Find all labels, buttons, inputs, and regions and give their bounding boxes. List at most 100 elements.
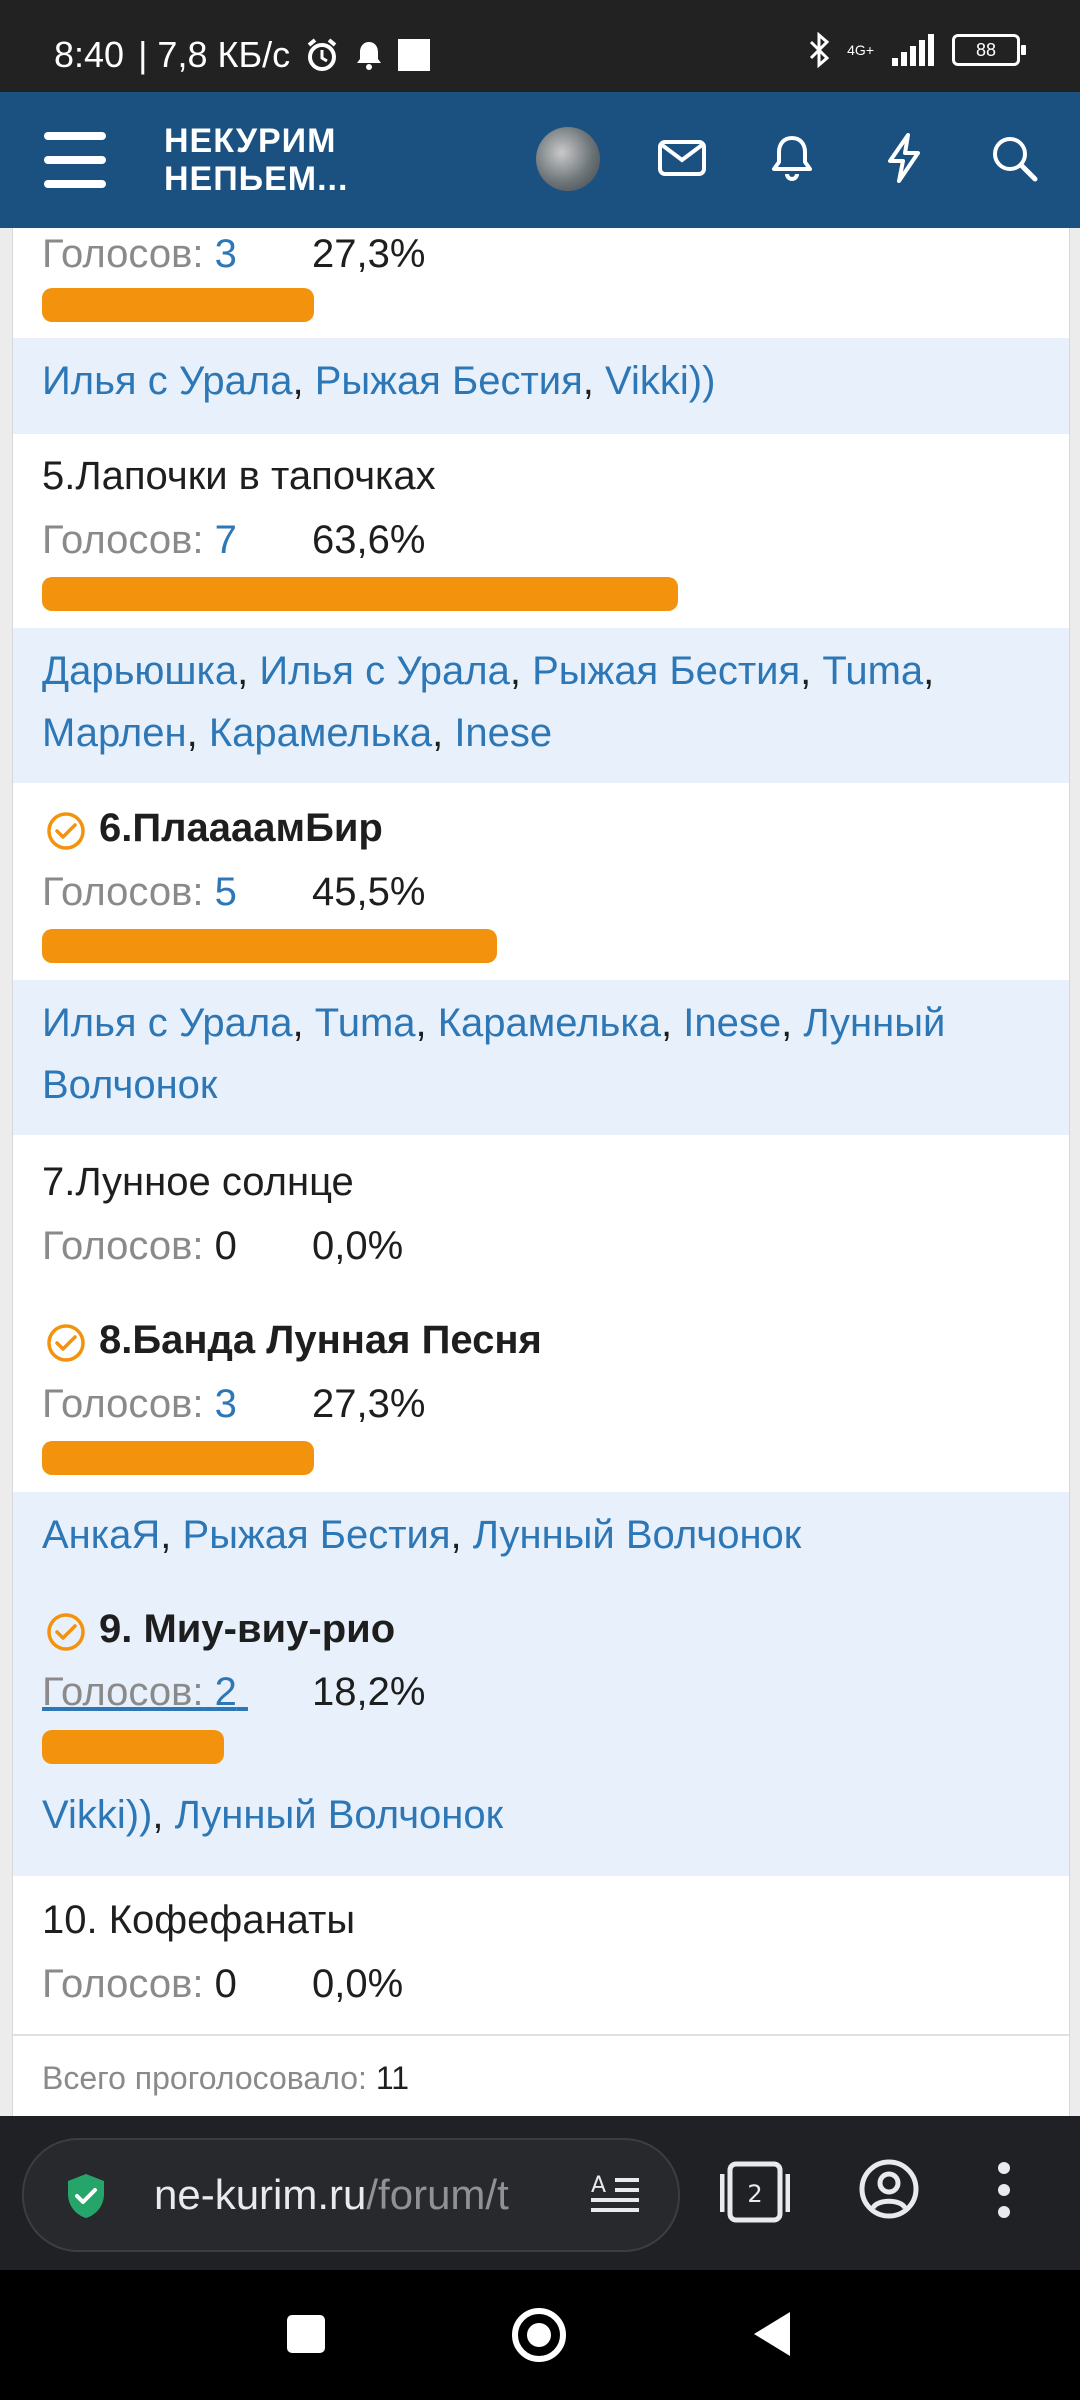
reader-mode-icon[interactable]: A [589, 2170, 641, 2218]
back-triangle-icon[interactable] [752, 2310, 792, 2358]
voter-separator: , [800, 649, 823, 693]
voters-list: Дарьюшка, Илья с Урала, Рыжая Бестия, Tu… [13, 628, 1069, 783]
poll-percent: 27,3% [312, 1382, 426, 1426]
poll-bar [42, 288, 314, 322]
votes-label: Голосов: [42, 1962, 204, 2006]
voter-link[interactable]: Inese [683, 1001, 781, 1045]
voter-separator: , [152, 1793, 175, 1837]
voter-link[interactable]: Tuma [822, 649, 923, 693]
voter-link[interactable]: Марлен [42, 711, 187, 755]
votes-count: 0 [214, 1962, 237, 2006]
url-text[interactable]: ne-kurim.ru/forum/t [154, 2171, 574, 2219]
votes-count-link[interactable]: 7 [215, 518, 237, 562]
voter-link[interactable]: Лунный Волчонок [175, 1793, 504, 1837]
battery-indicator: 88 [952, 34, 1026, 66]
browser-toolbar: ne-kurim.ru/forum/t A 2 [0, 2116, 1080, 2270]
voter-separator: , [582, 359, 606, 403]
status-bar: 8:40 | 7,8 КБ/с 4G+ 88 [0, 0, 1080, 92]
votes-count-link[interactable]: 3 [215, 1382, 237, 1426]
alerts-bell-icon[interactable] [764, 130, 820, 186]
voters-list: Илья с Урала, Tuma, Карамелька, Inese, Л… [13, 980, 1069, 1135]
address-bar[interactable]: ne-kurim.ru/forum/t A [22, 2138, 680, 2252]
voter-link[interactable]: Лунный Волчонок [473, 1513, 802, 1557]
menu-icon[interactable] [44, 132, 106, 188]
votes-count-link[interactable]: 2 [215, 1670, 237, 1714]
check-circle-icon [47, 1613, 85, 1651]
notification-bell-icon [357, 42, 382, 70]
lightning-icon[interactable] [876, 130, 932, 186]
more-menu-icon[interactable] [994, 2160, 1014, 2220]
total-count: 11 [375, 2060, 410, 2096]
check-circle-icon [47, 812, 85, 850]
poll-votes: Голосов: 3 [42, 1382, 237, 1427]
voter-link[interactable]: Илья с Урала [42, 1001, 293, 1045]
voter-link[interactable]: Карамелька [438, 1001, 661, 1045]
poll-percent: 0,0% [312, 1962, 404, 2006]
secure-shield-icon[interactable] [64, 2172, 108, 2220]
poll-option-title: 5.Лапочки в тапочках [42, 454, 436, 498]
poll-votes: Голосов: 0 [42, 1224, 237, 1269]
tab-count: 2 [747, 2180, 762, 2208]
poll-percent: 45,5% [312, 870, 426, 914]
voter-separator: , [661, 1001, 684, 1045]
alarm-icon [307, 38, 337, 71]
voter-link[interactable]: Tuma [315, 1001, 416, 1045]
poll-bar [42, 1730, 224, 1764]
url-domain: ne-kurim.ru [154, 2171, 367, 2218]
logo-line-1: НЕКУРИМ [164, 122, 337, 160]
voter-separator: , [292, 1001, 315, 1045]
poll-option-title: 8.Банда Лунная Песня [99, 1318, 542, 1362]
voter-separator: , [160, 1513, 183, 1557]
voter-separator: , [415, 1001, 438, 1045]
poll-total: Всего проголосовало: 11 [13, 2034, 1069, 2116]
poll-option-title: 6.ПлаааамБир [99, 806, 383, 850]
poll-votes: Голосов: 0 [42, 1962, 237, 2007]
voter-link[interactable]: Vikki)) [42, 1793, 152, 1837]
search-icon[interactable] [986, 130, 1042, 186]
voter-link[interactable]: Карамелька [209, 711, 432, 755]
voter-separator: , [923, 649, 935, 693]
voter-link[interactable]: Inese [454, 711, 552, 755]
voter-link[interactable]: Рыжая Бестия [532, 649, 800, 693]
messages-icon[interactable] [654, 130, 710, 186]
voter-link[interactable]: Илья с Урала [42, 359, 293, 403]
voter-separator: , [781, 1001, 804, 1045]
avatar[interactable] [536, 127, 600, 191]
poll-results: Голосов: 3 27,3% Илья с Урала, Рыжая Бес… [12, 228, 1070, 2116]
votes-count-link[interactable]: 5 [215, 870, 237, 914]
poll-votes[interactable]: Голосов: 2 [42, 1670, 248, 1715]
poll-percent: 18,2% [312, 1670, 426, 1714]
svg-text:A: A [591, 2173, 606, 2198]
votes-label: Голосов: [42, 1382, 204, 1426]
votes-count-link[interactable]: 3 [215, 232, 237, 276]
votes-label: Голосов: [42, 1224, 204, 1268]
poll-percent: 63,6% [312, 518, 426, 562]
account-icon[interactable] [858, 2158, 920, 2220]
voter-separator: , [237, 649, 260, 693]
voter-separator: , [186, 711, 209, 755]
poll-votes: Голосов: 5 [42, 870, 237, 915]
poll-bar [42, 577, 678, 611]
voter-separator: , [432, 711, 455, 755]
voter-link[interactable]: Vikki)) [605, 359, 715, 403]
voter-link[interactable]: Рыжая Бестия [315, 359, 583, 403]
votes-count: 0 [214, 1224, 237, 1268]
voter-link[interactable]: Рыжая Бестия [183, 1513, 451, 1557]
voters-list: Илья с Урала, Рыжая Бестия, Vikki)) [13, 338, 1069, 434]
voters-list-9: Vikki)), Лунный Волчонок [42, 1784, 503, 1846]
tabs-icon[interactable]: 2 [720, 2156, 790, 2230]
poll-percent: 27,3% [312, 232, 426, 276]
poll-votes: Голосов: 3 [42, 232, 237, 277]
voter-link[interactable]: Дарьюшка [42, 649, 237, 693]
voter-link[interactable]: АнкаЯ [42, 1513, 160, 1557]
poll-option-title: 9. Миу-виу-рио [99, 1607, 396, 1651]
url-path: /forum/t [366, 2171, 509, 2218]
screenshot-indicator-icon [398, 39, 431, 71]
votes-label: Голосов: [42, 518, 204, 562]
home-circle-icon[interactable] [510, 2306, 568, 2364]
recents-square-icon[interactable] [284, 2312, 328, 2356]
voter-link[interactable]: Илья с Урала [259, 649, 510, 693]
site-header: НЕКУРИМ НЕПЬЕМ... [0, 92, 1080, 228]
site-logo[interactable]: НЕКУРИМ НЕПЬЕМ... [164, 122, 348, 198]
votes-label: Голосов: [42, 232, 204, 276]
